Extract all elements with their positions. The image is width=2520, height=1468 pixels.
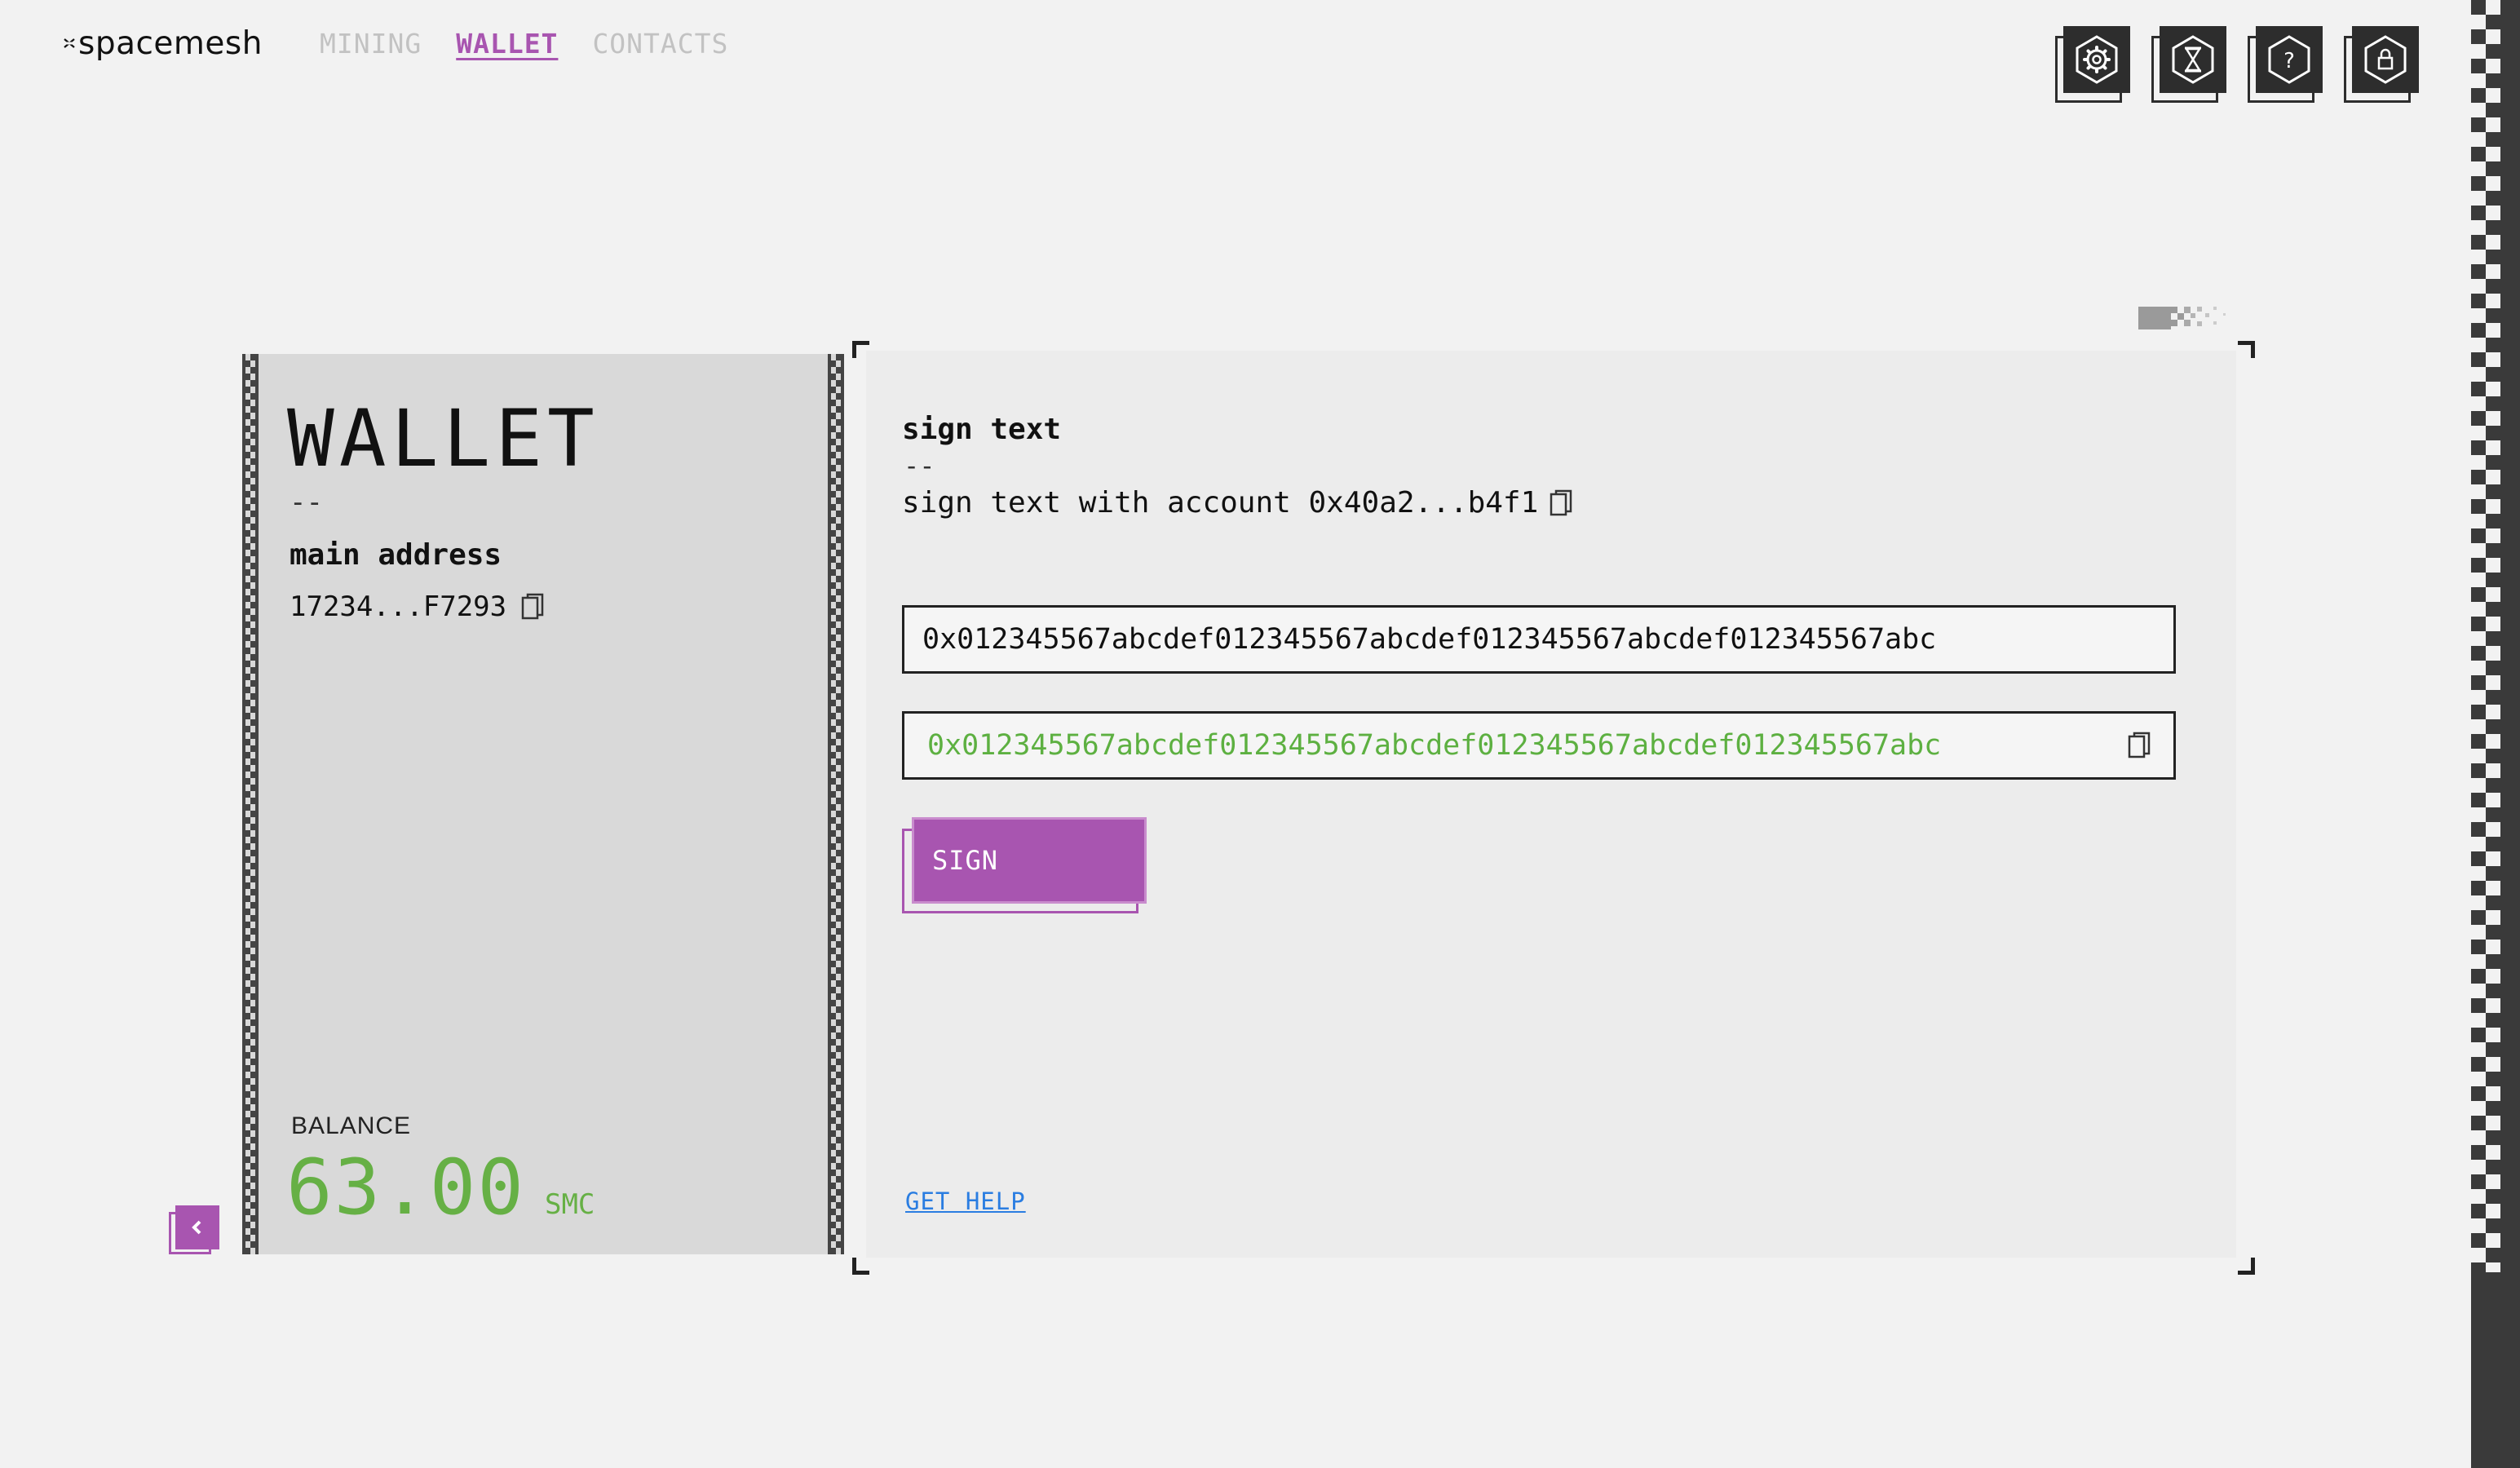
- sign-separator: --: [904, 450, 935, 481]
- signature-output: 0x012345567abcdef012345567abcdef01234556…: [927, 729, 1942, 762]
- sign-text-input[interactable]: [904, 623, 2173, 656]
- decorative-checker-strip: [2471, 0, 2520, 1468]
- panel-corner-bracket: [852, 1258, 869, 1275]
- lock-button[interactable]: [2344, 26, 2421, 108]
- top-toolbar: ?: [2055, 26, 2421, 108]
- wallet-panel: WALLET -- main address 17234...F7293 BAL…: [242, 354, 844, 1254]
- sign-subtitle-row: sign text with account 0x40a2...b4f1: [902, 486, 1572, 520]
- nav-item-mining[interactable]: MINING: [320, 28, 422, 60]
- settings-button[interactable]: [2055, 26, 2132, 108]
- title-separator: --: [290, 486, 323, 519]
- balance-value: 63.00: [286, 1143, 525, 1232]
- sign-button-label: SIGN: [912, 817, 1147, 904]
- main-nav: MINING WALLET CONTACTS: [320, 28, 728, 60]
- copy-icon[interactable]: [521, 593, 544, 621]
- lock-icon: [2364, 35, 2407, 84]
- balance-unit: SMC: [544, 1188, 595, 1221]
- decorative-pixel-fade: [2138, 307, 2226, 329]
- panel-corner-bracket: [2238, 1258, 2255, 1275]
- sign-text-field: [902, 605, 2176, 674]
- help-icon: ?: [2268, 35, 2310, 84]
- panel-corner-bracket: [852, 341, 869, 358]
- get-help-link[interactable]: GET HELP: [905, 1187, 1026, 1215]
- balance-row: 63.00 SMC: [286, 1143, 595, 1232]
- svg-text:?: ?: [2283, 49, 2295, 73]
- settings-icon: [2076, 35, 2118, 84]
- copy-icon[interactable]: [1550, 489, 1572, 517]
- sign-subtitle: sign text with account 0x40a2...b4f1: [902, 486, 1539, 520]
- main-address-label: main address: [290, 538, 502, 572]
- app-name: spacemesh: [78, 24, 263, 62]
- chevron-left-icon: [192, 1220, 201, 1235]
- help-button[interactable]: ?: [2248, 26, 2324, 108]
- sign-button[interactable]: SIGN: [902, 817, 1147, 913]
- app-logo: spacemesh: [64, 23, 263, 64]
- panel-zipper-left: [242, 354, 259, 1254]
- nav-item-wallet[interactable]: WALLET: [456, 28, 558, 60]
- hourglass-icon: [2172, 35, 2214, 84]
- panel-zipper-right: [828, 354, 844, 1254]
- page-title: WALLET: [287, 393, 599, 484]
- panel-corner-bracket: [2238, 341, 2255, 358]
- main-address-row: 17234...F7293: [290, 590, 544, 623]
- signature-output-field: 0x012345567abcdef012345567abcdef01234556…: [902, 711, 2176, 780]
- back-button[interactable]: [169, 1205, 219, 1256]
- nav-item-contacts[interactable]: CONTACTS: [592, 28, 728, 60]
- hourglass-button[interactable]: [2151, 26, 2228, 108]
- main-address-value: 17234...F7293: [290, 590, 507, 623]
- logo-mark-icon: [64, 38, 75, 49]
- sign-title: sign text: [902, 413, 1062, 446]
- balance-label: BALANCE: [291, 1112, 412, 1139]
- copy-icon[interactable]: [2128, 732, 2151, 759]
